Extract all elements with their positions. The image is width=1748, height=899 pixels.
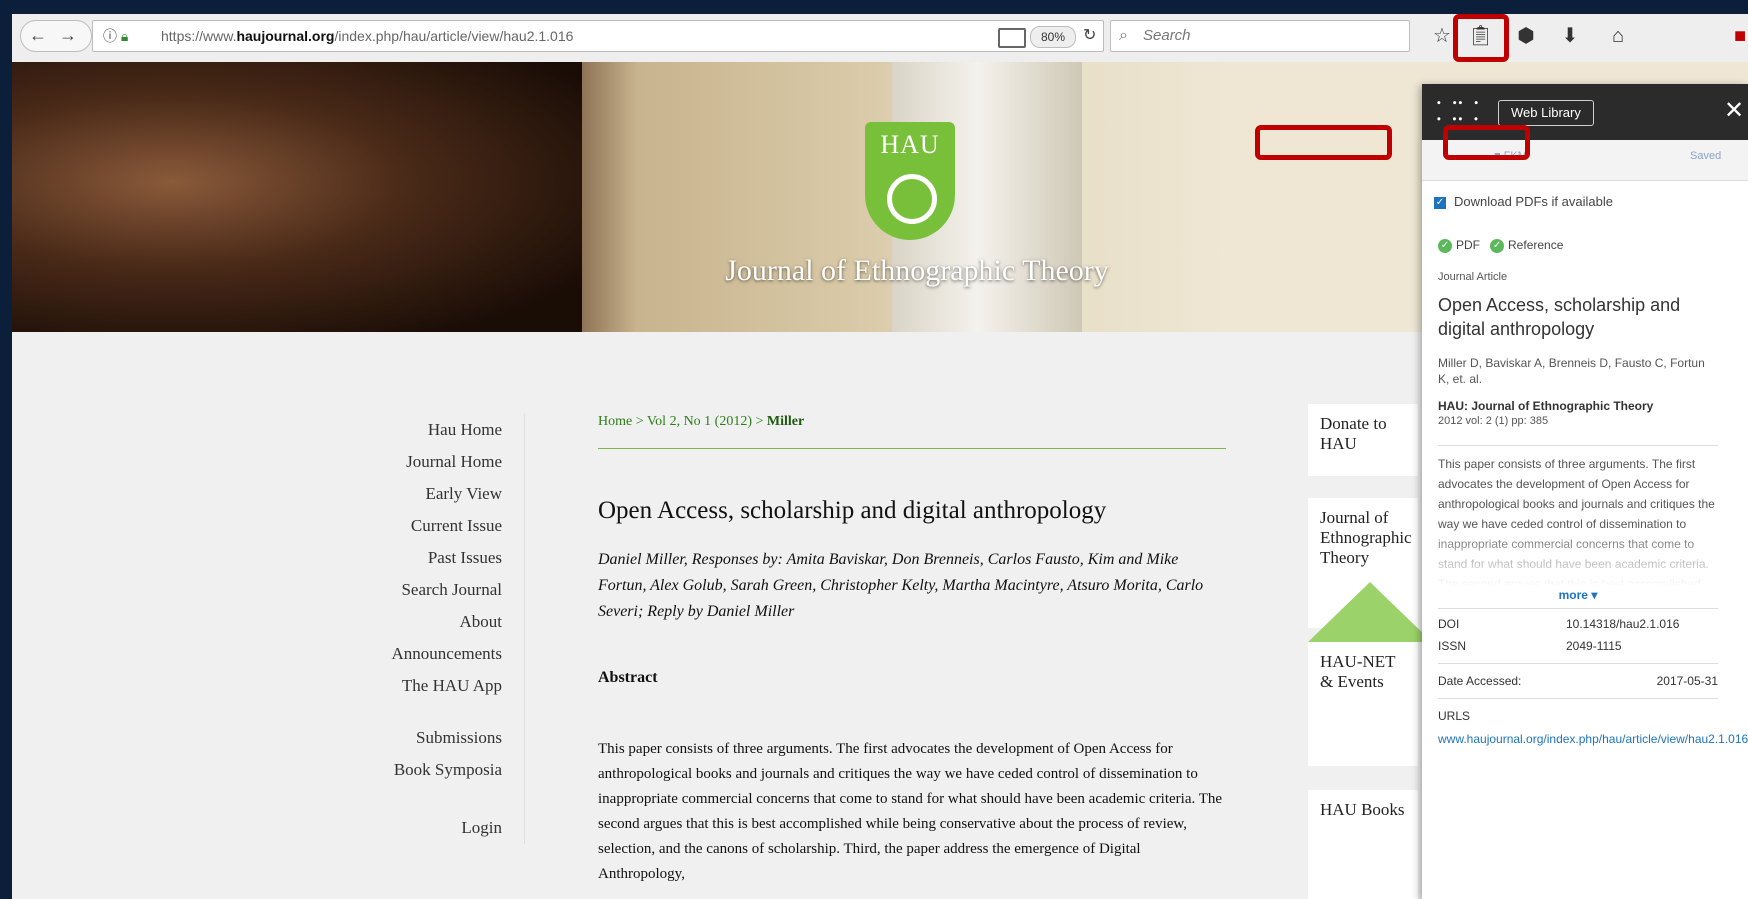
- issn-value[interactable]: 2049-1115: [1566, 639, 1622, 653]
- browser-window: ← → ⓘ 🔒︎ https://www.haujournal.org/inde…: [12, 14, 1748, 899]
- nav-hau-home[interactable]: Hau Home: [312, 414, 502, 446]
- nav-announcements[interactable]: Announcements: [312, 638, 502, 670]
- crumb-volume[interactable]: Vol 2, No 1 (2012): [647, 414, 752, 429]
- url-text[interactable]: https://www.haujournal.org/index.php/hau…: [161, 21, 573, 51]
- nav-about[interactable]: About: [312, 606, 503, 638]
- panel-journal[interactable]: HAU: Journal of Ethnographic Theory: [1438, 399, 1718, 413]
- article-title: Open Access, scholarship and digital ant…: [598, 497, 1107, 524]
- search-icon: ⌕: [1119, 27, 1128, 44]
- panel-authors[interactable]: Miller D, Baviskar A, Brenneis D, Fausto…: [1438, 355, 1718, 387]
- books-box[interactable]: HAU Books: [1308, 790, 1418, 899]
- lock-icon: 🔒︎: [120, 28, 129, 44]
- site-info-icon[interactable]: ⓘ 🔒︎: [103, 21, 128, 51]
- home-icon[interactable]: ⌂: [1606, 24, 1630, 48]
- date-label: Date Accessed:: [1438, 673, 1522, 688]
- mendeley-panel: ⸬⸬ Web Library ✕ ■ FKM Saved ✓ Download P…: [1422, 84, 1748, 899]
- reference-check-icon: ✓: [1490, 238, 1505, 253]
- highlight-box-group: [1255, 125, 1392, 160]
- bookmark-star-icon[interactable]: ☆: [1430, 24, 1454, 48]
- logo-ring-icon: [887, 174, 937, 224]
- article-main: Home > Vol 2, No 1 (2012) > Miller Open …: [598, 414, 1226, 887]
- reference-label: Reference: [1508, 238, 1564, 252]
- nav-book-symposia[interactable]: Book Symposia: [312, 754, 502, 786]
- urls-label: URLS: [1438, 697, 1718, 723]
- panel-abstract: This paper consists of three arguments. …: [1438, 444, 1718, 586]
- crumb-separator: >: [752, 414, 767, 429]
- download-pdfs-checkbox[interactable]: ✓ Download PDFs if available: [1434, 194, 1613, 209]
- forward-icon[interactable]: →: [55, 22, 81, 48]
- journal-triangle-graphic: [1308, 582, 1432, 642]
- nav-submissions[interactable]: Submissions: [312, 722, 502, 754]
- more-button[interactable]: more ▾: [1438, 588, 1718, 602]
- nav-hau-app[interactable]: The HAU App: [312, 670, 502, 702]
- pocket-icon[interactable]: ⬢: [1514, 24, 1538, 48]
- nav-early-view[interactable]: Early View: [312, 478, 502, 510]
- nav-login[interactable]: Login: [312, 812, 502, 844]
- journal-title: Journal of Ethnographic Theory: [725, 254, 1109, 287]
- attachment-status: ✓ PDF ✓ Reference: [1438, 238, 1718, 253]
- pdf-check-icon: ✓: [1438, 238, 1452, 253]
- panel-title[interactable]: Open Access, scholarship and digital ant…: [1438, 293, 1718, 341]
- issn-label: ISSN: [1438, 638, 1467, 653]
- left-nav: Hau Home Journal Home Early View Current…: [312, 414, 525, 844]
- donate-box[interactable]: Donate to HAU: [1308, 404, 1418, 476]
- crumb-separator: >: [632, 414, 647, 429]
- url-bar[interactable]: ⓘ 🔒︎ https://www.haujournal.org/index.ph…: [92, 20, 1104, 52]
- reload-icon[interactable]: ↻: [1083, 21, 1096, 51]
- mendeley-logo-icon: ⸬⸬: [1436, 96, 1480, 126]
- abstract-text: This paper consists of three arguments. …: [598, 741, 1223, 882]
- back-icon[interactable]: ←: [25, 22, 51, 48]
- extension-icon[interactable]: ■: [1728, 24, 1748, 48]
- reader-view-icon[interactable]: [998, 28, 1026, 48]
- document-type: Journal Article: [1438, 270, 1508, 283]
- doi-label: DOI: [1438, 616, 1460, 631]
- logo-text: HAU: [880, 130, 940, 159]
- highlight-box-importer: [1453, 14, 1509, 62]
- nav-current-issue[interactable]: Current Issue: [312, 510, 502, 542]
- web-library-button[interactable]: Web Library: [1498, 100, 1594, 126]
- crumb-home[interactable]: Home: [598, 414, 632, 429]
- abstract-fade: [1438, 525, 1718, 586]
- search-placeholder: Search: [1143, 27, 1191, 44]
- banner-photo: [12, 62, 582, 332]
- doi-row: DOI 10.14318/hau2.1.016: [1438, 607, 1718, 637]
- abstract-heading: Abstract: [598, 669, 658, 686]
- pdf-label: PDF: [1456, 238, 1480, 252]
- date-accessed-row: Date Accessed: 2017-05-31: [1438, 662, 1718, 698]
- nav-past-issues[interactable]: Past Issues: [312, 542, 502, 574]
- hau-logo[interactable]: HAU: [865, 122, 955, 240]
- panel-body: ✓ PDF ✓ Reference Journal Article Open Acc…: [1438, 224, 1748, 749]
- nav-journal-home[interactable]: Journal Home: [312, 446, 502, 478]
- panel-url-link[interactable]: www.haujournal.org/index.php/hau/article…: [1438, 729, 1748, 749]
- download-icon[interactable]: ⬇: [1558, 24, 1582, 48]
- close-icon[interactable]: ✕: [1724, 96, 1744, 126]
- breadcrumb: Home > Vol 2, No 1 (2012) > Miller: [598, 414, 1226, 449]
- browser-toolbar: ← → ⓘ 🔒︎ https://www.haujournal.org/inde…: [12, 14, 1748, 63]
- article-authors: Daniel Miller, Responses by: Amita Bavis…: [598, 551, 1204, 620]
- search-input[interactable]: ⌕ Search: [1110, 20, 1410, 52]
- nav-search-journal[interactable]: Search Journal: [312, 574, 502, 606]
- download-pdfs-label: Download PDFs if available: [1454, 194, 1613, 209]
- checkbox-checked-icon: ✓: [1434, 196, 1446, 209]
- zoom-indicator[interactable]: 80%: [1030, 26, 1077, 48]
- date-value[interactable]: 2017-05-31: [1657, 674, 1718, 688]
- crumb-current[interactable]: Miller: [767, 414, 804, 429]
- tab-saved[interactable]: Saved: [1690, 150, 1721, 162]
- issn-row: ISSN 2049-1115: [1438, 637, 1718, 659]
- panel-volume: 2012 vol: 2 (1) pp: 385: [1438, 414, 1549, 427]
- doi-value[interactable]: 10.14318/hau2.1.016: [1566, 617, 1679, 631]
- highlight-box-saved: [1443, 125, 1530, 160]
- haunet-box[interactable]: HAU-NET & Events: [1308, 642, 1418, 766]
